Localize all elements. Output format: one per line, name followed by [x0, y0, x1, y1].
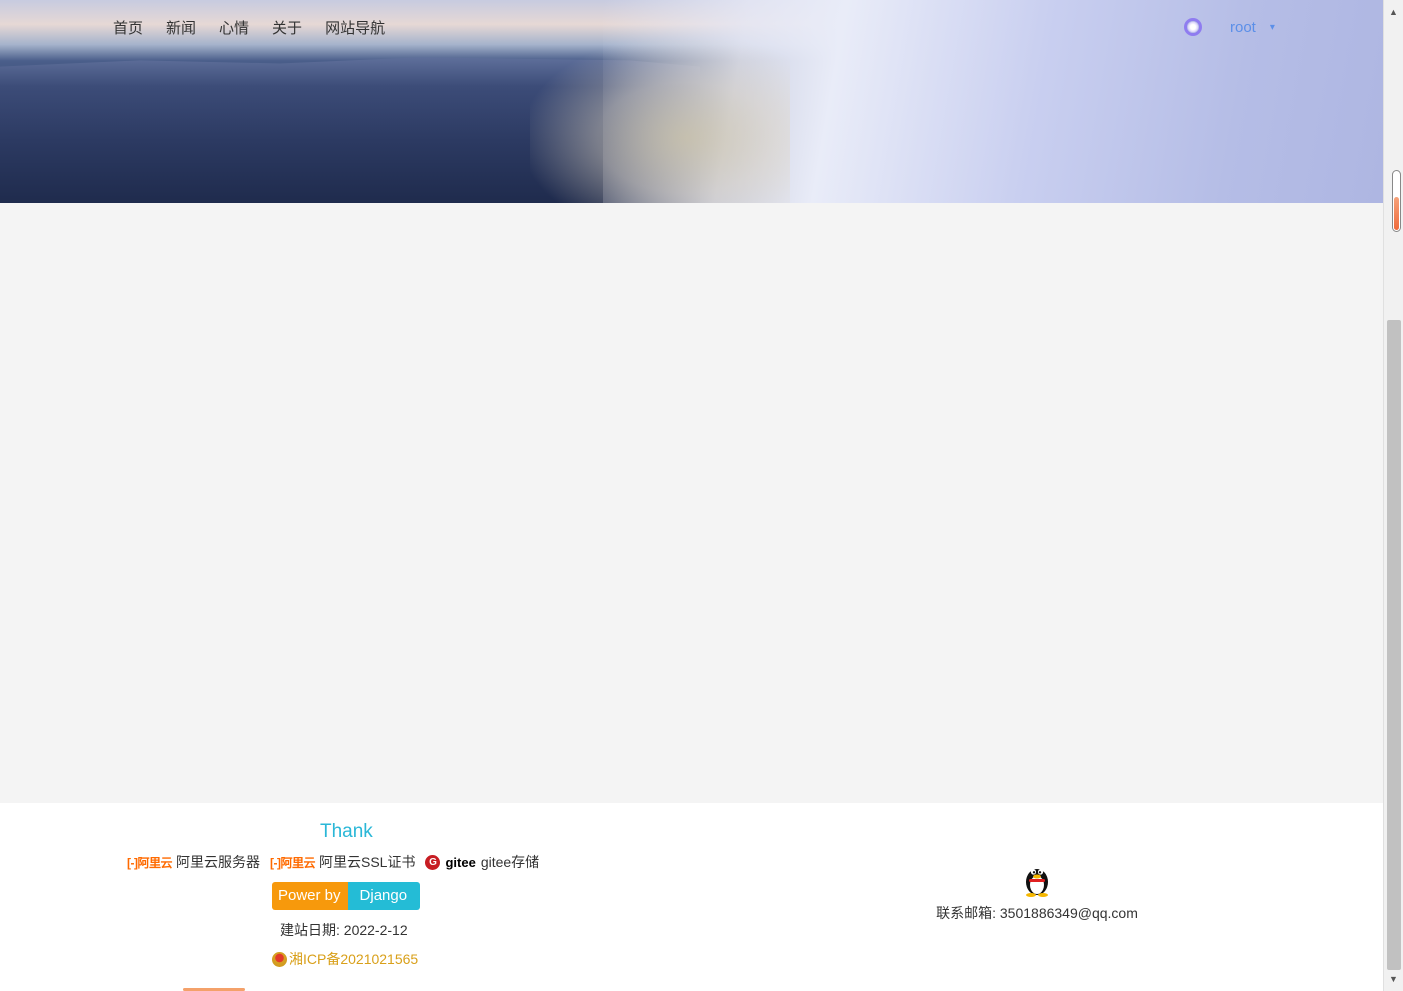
nav-item-news[interactable]: 新闻: [166, 18, 196, 40]
power-by-label: Power by: [272, 882, 348, 910]
avatar-ring-icon[interactable]: [1184, 18, 1202, 36]
contact-block: 联系邮箱: 3501886349@qq.com: [932, 861, 1142, 923]
reading-progress-indicator: [1392, 170, 1401, 232]
sponsor-label: 阿里云服务器: [176, 854, 260, 870]
qq-penguin-icon[interactable]: [1022, 861, 1052, 897]
built-date: 建站日期: 2022-2-12: [280, 922, 408, 938]
sponsor-aliyun-ssl[interactable]: [-]阿里云 阿里云SSL证书: [270, 852, 415, 872]
scroll-up-arrow-icon[interactable]: ▲: [1384, 2, 1403, 22]
page-scrollbar[interactable]: ▲ ▼: [1383, 0, 1403, 991]
icp-link[interactable]: 湘ICP备2021021565: [272, 949, 418, 969]
reading-progress-fill: [1394, 197, 1399, 230]
icp-number[interactable]: 湘ICP备2021021565: [289, 949, 418, 969]
nav-item-home[interactable]: 首页: [113, 18, 143, 40]
nav-item-site-nav[interactable]: 网站导航: [325, 18, 385, 40]
hero-banner: 首页 新闻 心情 关于 网站导航 root ▾: [0, 0, 1383, 203]
aliyun-logo-icon: [-]阿里云: [270, 855, 316, 870]
main-nav: 首页 新闻 心情 关于 网站导航: [113, 18, 408, 40]
scrollbar-thumb[interactable]: [1387, 320, 1401, 970]
gitee-logo-icon: G gitee: [425, 854, 476, 870]
contact-email: 联系邮箱: 3501886349@qq.com: [936, 905, 1138, 921]
sponsor-label: gitee存储: [480, 854, 540, 870]
chevron-down-icon[interactable]: ▾: [1270, 22, 1275, 33]
nav-item-mood[interactable]: 心情: [219, 18, 249, 40]
nav-item-about[interactable]: 关于: [272, 18, 302, 40]
username[interactable]: root: [1230, 19, 1256, 36]
aliyun-logo-icon: [-]阿里云: [127, 855, 173, 870]
thank-title: Thank: [320, 821, 373, 842]
sponsor-list: [-]阿里云 阿里云服务器 [-]阿里云 阿里云SSL证书 G gitee gi…: [127, 852, 549, 872]
user-menu[interactable]: root ▾: [1184, 18, 1275, 36]
hero-snow-spray: [530, 40, 790, 203]
django-label: Django: [347, 882, 421, 910]
site-footer: Thank [-]阿里云 阿里云服务器 [-]阿里云 阿里云SSL证书 G gi…: [0, 803, 1383, 991]
power-by-badge[interactable]: Power by Django: [272, 882, 421, 910]
sponsor-gitee[interactable]: G gitee gitee存储: [425, 852, 539, 872]
sponsor-aliyun-server[interactable]: [-]阿里云 阿里云服务器: [127, 852, 260, 872]
police-badge-icon: [272, 951, 287, 967]
sponsor-label: 阿里云SSL证书: [319, 854, 416, 870]
scroll-down-arrow-icon[interactable]: ▼: [1384, 969, 1403, 989]
